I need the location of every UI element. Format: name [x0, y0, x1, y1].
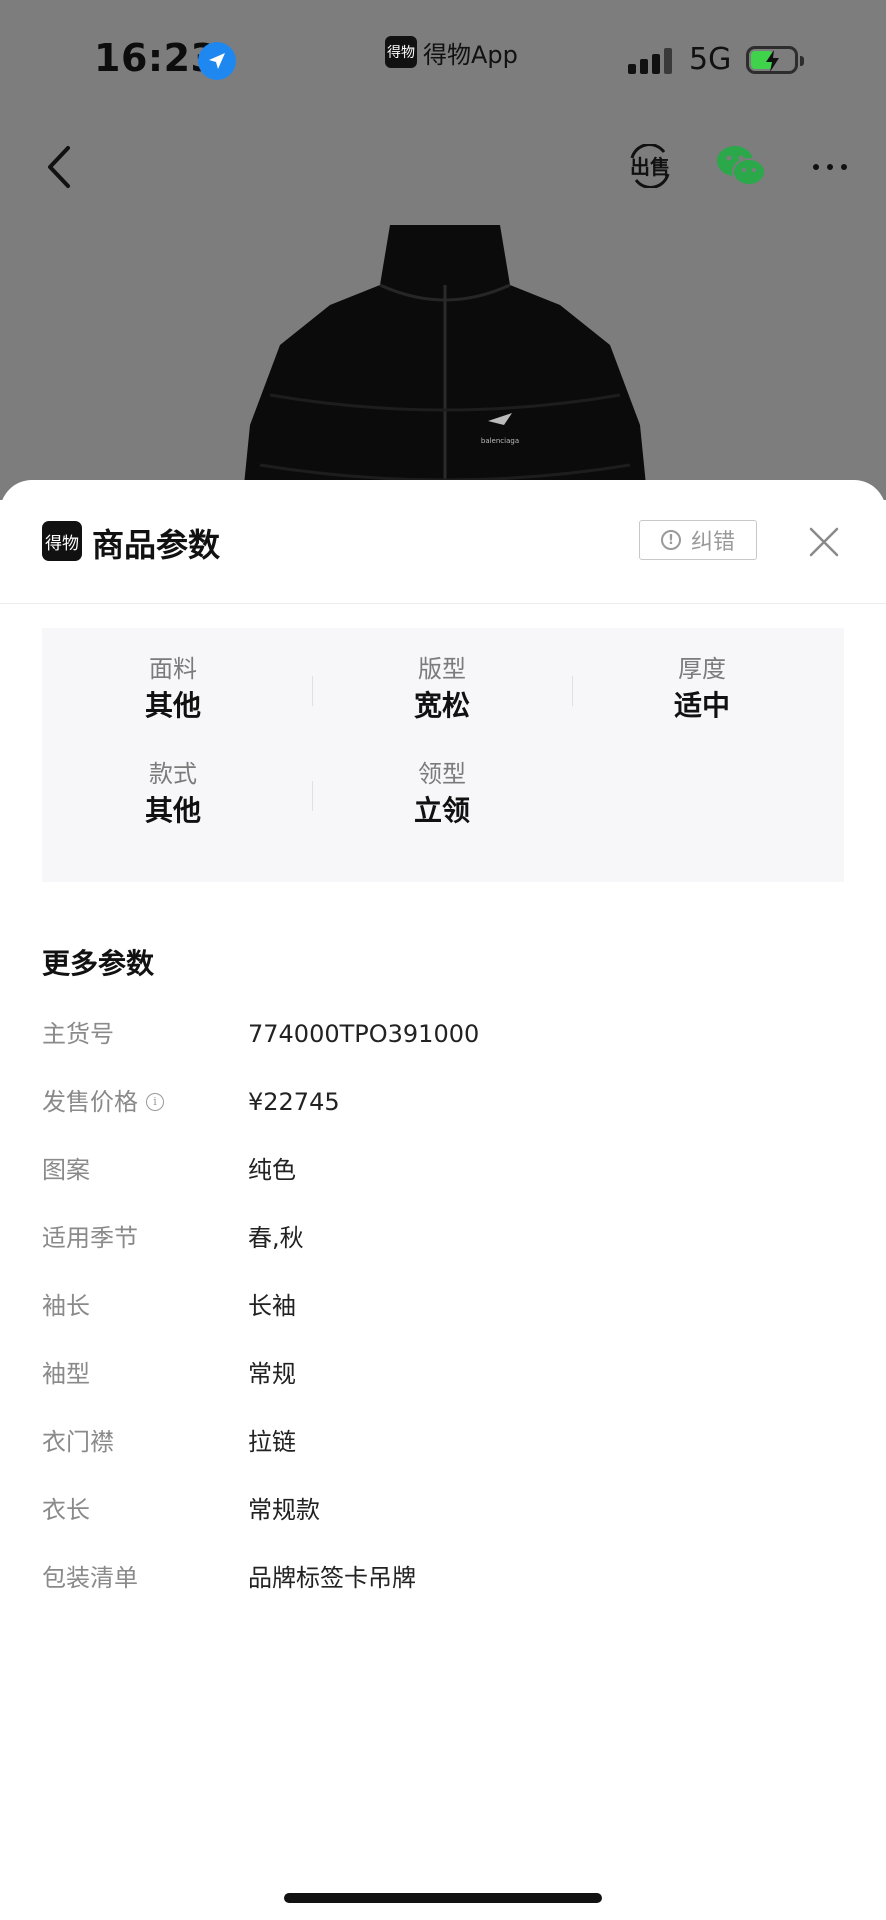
spec-label: 衣门襟 — [42, 1428, 114, 1456]
param-cell: 款式 其他 — [42, 759, 304, 829]
spec-value: 纯色 — [248, 1156, 296, 1184]
spec-value: 拉链 — [248, 1428, 296, 1456]
spec-label: 袖长 — [42, 1292, 90, 1320]
spec-label: 袖型 — [42, 1360, 90, 1388]
battery-charging-icon — [746, 46, 804, 74]
spec-label: 发售价格 — [42, 1088, 138, 1116]
info-icon[interactable]: i — [146, 1093, 164, 1111]
spec-row: 适用季节 春,秋 — [42, 1218, 842, 1258]
home-indicator[interactable] — [284, 1893, 602, 1903]
product-page-backdrop[interactable]: 16:23 得物 得物App 5G 出售 balenciaga — [0, 0, 886, 500]
param-label: 领型 — [418, 760, 466, 788]
wechat-icon[interactable] — [715, 144, 767, 188]
param-label: 面料 — [149, 655, 197, 683]
location-arrow-icon — [198, 42, 236, 80]
spec-value: 品牌标签卡吊牌 — [248, 1564, 416, 1592]
param-cell: 厚度 适中 — [571, 654, 833, 724]
param-value: 宽松 — [413, 689, 470, 722]
report-error-button[interactable]: ! 纠错 — [639, 520, 757, 560]
spec-value: 常规款 — [248, 1496, 320, 1524]
sheet-header: 得物 商品参数 ! 纠错 — [0, 480, 886, 604]
param-value: 适中 — [673, 689, 730, 722]
spec-label: 衣长 — [42, 1496, 90, 1524]
spec-row: 衣门襟 拉链 — [42, 1422, 842, 1462]
active-app-indicator: 得物 得物App — [385, 36, 518, 69]
report-error-label: 纠错 — [690, 530, 735, 555]
more-icon[interactable] — [810, 152, 850, 182]
spec-row: 袖型 常规 — [42, 1354, 842, 1394]
product-nav-bar: 出售 — [0, 130, 886, 200]
status-bar: 16:23 得物 得物App 5G — [0, 0, 886, 120]
back-icon[interactable] — [40, 142, 80, 192]
spec-row: 袖长 长袖 — [42, 1286, 842, 1326]
spec-row: 发售价格 i ¥22745 — [42, 1082, 842, 1122]
param-cell: 面料 其他 — [42, 654, 304, 724]
close-icon[interactable] — [808, 526, 840, 558]
app-logo-icon: 得物 — [385, 36, 417, 68]
warning-icon: ! — [660, 530, 681, 550]
more-params-title: 更多参数 — [42, 947, 155, 980]
param-label: 版型 — [418, 655, 466, 683]
spec-value: ¥22745 — [248, 1088, 340, 1116]
param-cell: 领型 立领 — [311, 759, 573, 829]
spec-row: 主货号 774000TPO391000 — [42, 1014, 842, 1054]
key-params-grid: 面料 其他 版型 宽松 厚度 适中 款式 其他 领型 立领 — [42, 628, 844, 882]
param-label: 款式 — [149, 760, 197, 788]
param-value: 其他 — [144, 794, 201, 827]
signal-icon — [628, 48, 672, 74]
sheet-title: 商品参数 — [92, 526, 221, 564]
spec-label: 适用季节 — [42, 1224, 138, 1252]
spec-value: 774000TPO391000 — [248, 1020, 480, 1048]
spec-row: 包装清单 品牌标签卡吊牌 — [42, 1558, 842, 1598]
spec-value: 长袖 — [248, 1292, 296, 1320]
spec-label: 图案 — [42, 1156, 90, 1184]
param-cell: 版型 宽松 — [311, 654, 573, 724]
sell-icon[interactable]: 出售 — [628, 143, 672, 189]
spec-value: 常规 — [248, 1360, 296, 1388]
params-sheet: 得物 商品参数 ! 纠错 面料 其他 版型 宽松 厚度 适中 款式 其他 领型 … — [0, 480, 886, 1920]
param-label: 厚度 — [678, 655, 726, 683]
product-image: balenciaga — [230, 225, 660, 500]
param-value: 立领 — [413, 794, 470, 827]
active-app-name: 得物App — [423, 40, 518, 69]
spec-value: 春,秋 — [248, 1224, 304, 1252]
spec-row: 图案 纯色 — [42, 1150, 842, 1190]
sell-label: 出售 — [630, 155, 670, 179]
spec-label: 主货号 — [42, 1020, 114, 1048]
product-logo-text: balenciaga — [481, 437, 519, 445]
network-type: 5G — [689, 42, 732, 77]
spec-row: 衣长 常规款 — [42, 1490, 842, 1530]
dewu-logo-icon: 得物 — [42, 521, 82, 561]
param-value: 其他 — [144, 689, 201, 722]
spec-label: 包装清单 — [42, 1564, 138, 1592]
